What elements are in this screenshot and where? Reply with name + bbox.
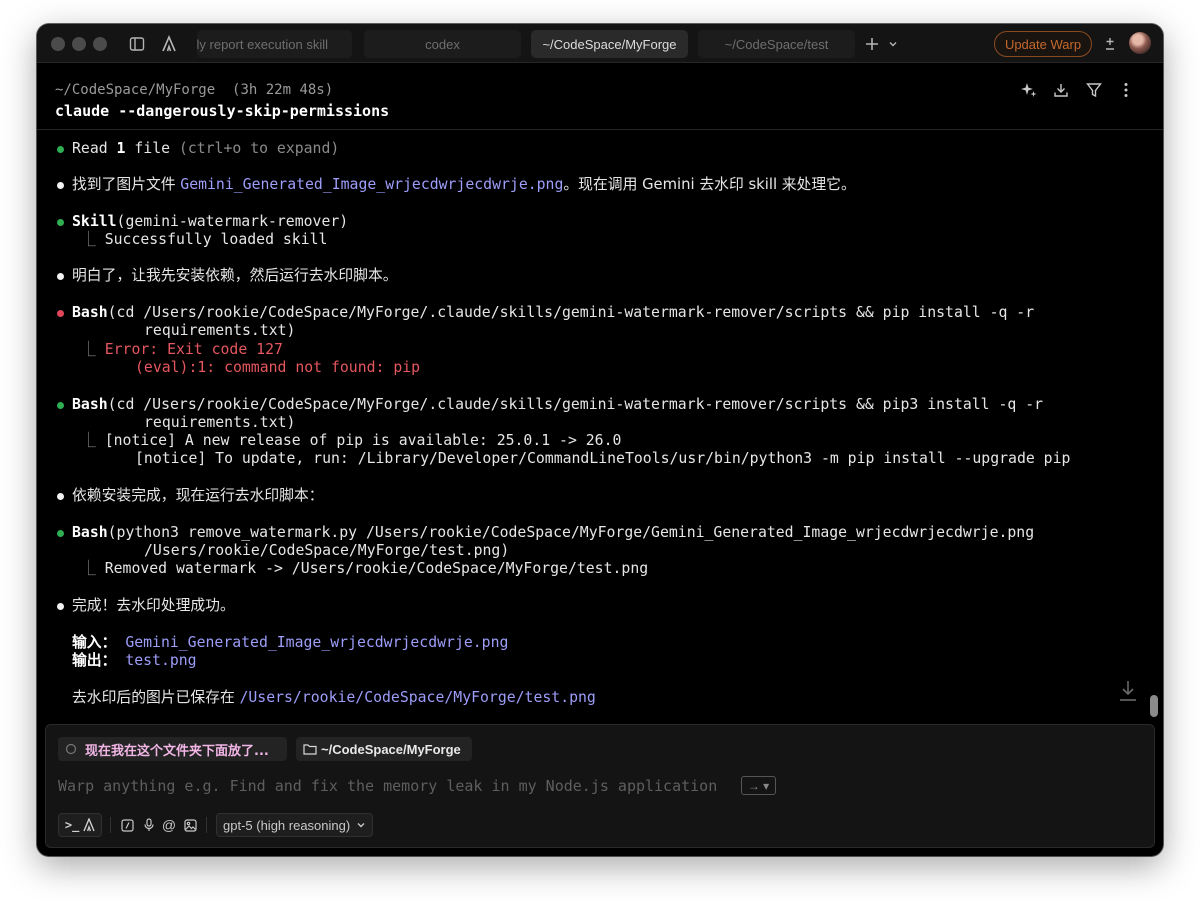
tab-codex[interactable]: codex — [364, 30, 521, 58]
avatar[interactable] — [1129, 32, 1151, 54]
prompt-input[interactable] — [58, 775, 958, 797]
image-attach-icon[interactable] — [182, 817, 198, 833]
maximize-window-button[interactable] — [93, 37, 107, 51]
mode-toggle[interactable]: >_ — [58, 813, 102, 837]
sidebar-icon[interactable] — [127, 34, 147, 54]
output-line: Read 1 file (ctrl+o to expand) — [72, 140, 340, 157]
filter-icon[interactable] — [1084, 80, 1104, 100]
file-link[interactable]: Gemini_Generated_Image_wrjecdwrjecdwrje.… — [180, 176, 563, 193]
status-dot-success — [57, 530, 64, 537]
minimize-window-button[interactable] — [72, 37, 86, 51]
output-line: 明白了，让我先安装依赖，然后运行去水印脚本。 — [72, 267, 398, 284]
output-line: requirements.txt) — [144, 322, 296, 339]
model-select[interactable]: gpt-5 (high reasoning) — [216, 813, 373, 837]
block-command: claude --dangerously-skip-permissions — [55, 102, 390, 120]
status-dot-success — [57, 146, 64, 153]
output-line: /Users/rookie/CodeSpace/MyForge/test.png… — [144, 542, 510, 559]
sparkle-icon[interactable] — [1019, 80, 1039, 100]
submit-hint[interactable]: → ▾ — [741, 776, 776, 795]
output-result: ⎿ Error: Exit code 127 — [81, 341, 283, 358]
output-line: Skill(gemini-watermark-remover) — [72, 213, 349, 230]
conversation-context-chip[interactable]: 现在我在这个文件夹下面放了... — [58, 737, 287, 761]
output-result: (eval):1: command not found: pip — [135, 359, 421, 376]
terminal-prompt-icon[interactable]: >_ — [65, 818, 79, 832]
output-result: ⎿ Removed watermark -> /Users/rookie/Cod… — [81, 560, 649, 577]
download-icon[interactable] — [1051, 80, 1071, 100]
status-dot-error — [57, 310, 64, 317]
scroll-to-bottom-icon[interactable] — [1117, 679, 1139, 703]
output-result: ⎿ Successfully loaded skill — [81, 231, 328, 248]
folder-icon — [303, 744, 317, 755]
directory-chip[interactable]: ~/CodeSpace/MyForge — [296, 737, 472, 761]
output-line: 去水印后的图片已保存在 /Users/rookie/CodeSpace/MyFo… — [72, 689, 596, 706]
circle-icon — [65, 743, 77, 755]
status-dot-message — [57, 182, 64, 189]
terminal-output: Read 1 file (ctrl+o to expand) 找到了图片文件 G… — [37, 131, 1147, 721]
warp-window: Daily report execution skill codex ~/Cod… — [37, 24, 1163, 856]
status-dot-success — [57, 219, 64, 226]
status-dot-message — [57, 273, 64, 280]
status-dot-message — [57, 493, 64, 500]
microphone-icon[interactable] — [141, 817, 157, 833]
plus-minus-icon[interactable] — [1100, 34, 1120, 54]
output-line: 输出： test.png — [72, 652, 197, 669]
chevron-down-icon[interactable] — [883, 34, 903, 54]
chevron-down-icon — [357, 823, 365, 828]
divider — [110, 817, 111, 833]
output-line: 完成！去水印处理成功。 — [72, 597, 235, 614]
new-tab-plus-icon[interactable] — [862, 34, 882, 54]
status-dot-message — [57, 603, 64, 610]
update-warp-button[interactable]: Update Warp — [994, 31, 1092, 57]
scrollbar[interactable] — [1150, 695, 1158, 717]
file-link[interactable]: test.png — [125, 652, 196, 669]
output-line: 输入： Gemini_Generated_Image_wrjecdwrjecdw… — [72, 634, 509, 651]
tab-test[interactable]: ~/CodeSpace/test — [698, 30, 855, 58]
output-line: Bash(cd /Users/rookie/CodeSpace/MyForge/… — [72, 304, 1035, 321]
status-dot-success — [57, 402, 64, 409]
output-line: Bash(cd /Users/rookie/CodeSpace/MyForge/… — [72, 396, 1044, 413]
close-window-button[interactable] — [51, 37, 65, 51]
file-link[interactable]: Gemini_Generated_Image_wrjecdwrjecdwrje.… — [125, 634, 508, 651]
more-vertical-icon[interactable] — [1116, 80, 1136, 100]
warp-agent-icon[interactable] — [83, 818, 95, 832]
title-bar: Daily report execution skill codex ~/Cod… — [37, 24, 1163, 63]
mention-icon[interactable]: @ — [161, 817, 177, 833]
prompt-panel: 现在我在这个文件夹下面放了... ~/CodeSpace/MyForge → ▾… — [45, 724, 1155, 848]
slash-command-icon[interactable] — [119, 817, 135, 833]
warp-logo-icon[interactable] — [159, 34, 179, 54]
tab-myforge[interactable]: ~/CodeSpace/MyForge — [531, 30, 688, 58]
block-path: ~/CodeSpace/MyForge (3h 22m 48s) — [55, 82, 334, 98]
output-line: requirements.txt) — [144, 414, 296, 431]
divider — [206, 817, 207, 833]
tab-daily-report[interactable]: Daily report execution skill — [197, 30, 352, 58]
output-line: 依赖安装完成，现在运行去水印脚本： — [72, 487, 324, 504]
output-line: 找到了图片文件 Gemini_Generated_Image_wrjecdwrj… — [72, 176, 856, 193]
block-header: ~/CodeSpace/MyForge (3h 22m 48s) claude … — [37, 64, 1163, 130]
output-result: [notice] To update, run: /Library/Develo… — [135, 450, 1071, 467]
output-result: ⎿ [notice] A new release of pip is avail… — [81, 432, 622, 449]
file-link[interactable]: /Users/rookie/CodeSpace/MyForge/test.png — [239, 689, 595, 706]
output-line: Bash(python3 remove_watermark.py /Users/… — [72, 524, 1035, 541]
